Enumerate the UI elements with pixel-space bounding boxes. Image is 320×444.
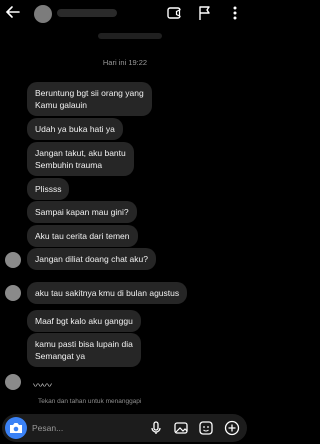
- contact-name-redacted[interactable]: [57, 9, 117, 17]
- message-bubble[interactable]: Sampai kapan mau gini?: [27, 201, 137, 223]
- message-input[interactable]: [32, 420, 112, 436]
- more-icon[interactable]: [227, 5, 243, 21]
- message-text: Maaf bgt kalo aku ganggu: [35, 316, 133, 326]
- camera-button[interactable]: [5, 417, 27, 439]
- message-bubble[interactable]: aku tau sakitnya kmu di bulan agustus: [27, 282, 188, 304]
- message-text: Jangan takut, aku bantu: [35, 148, 126, 158]
- timestamp: Hari ini 19:22: [102, 58, 148, 67]
- message-bubble[interactable]: Plissss: [27, 178, 70, 200]
- message-bubble[interactable]: Beruntung bgt sii orang yang Kamu galaui…: [27, 82, 152, 116]
- sender-avatar[interactable]: [5, 252, 21, 268]
- message-text: Udah ya buka hati ya: [35, 124, 115, 134]
- video-call-icon[interactable]: [166, 5, 182, 21]
- message-text: Beruntung bgt sii orang yang: [35, 88, 144, 98]
- message-bubble[interactable]: Jangan takut, aku bantu Sembuhin trauma: [27, 142, 134, 176]
- image-icon[interactable]: [173, 420, 189, 436]
- message-reaction[interactable]: 〰〰: [33, 377, 52, 392]
- message-composer: [2, 414, 247, 442]
- chat-header: [0, 0, 250, 28]
- sticker-icon[interactable]: [198, 420, 214, 436]
- contact-avatar[interactable]: [34, 5, 52, 23]
- hint-text: Tekan dan tahan untuk menanggapi: [38, 398, 142, 405]
- message-text: Sembuhin trauma: [35, 160, 103, 170]
- message-text: Sampai kapan mau gini?: [35, 207, 129, 217]
- sender-avatar[interactable]: [5, 374, 21, 390]
- message-bubble[interactable]: Aku tau cerita dari temen: [27, 225, 138, 247]
- message-bubble[interactable]: kamu pasti bisa lupain dia Semangat ya: [27, 333, 141, 367]
- sender-avatar[interactable]: [5, 285, 21, 301]
- microphone-icon[interactable]: [148, 420, 164, 436]
- message-bubble[interactable]: Udah ya buka hati ya: [27, 118, 123, 140]
- message-text: Aku tau cerita dari temen: [35, 231, 130, 241]
- plus-icon[interactable]: [224, 420, 240, 436]
- message-text: Semangat ya: [35, 351, 86, 361]
- arrow-left-icon[interactable]: [5, 4, 21, 20]
- flag-icon[interactable]: [197, 5, 213, 21]
- message-bubble[interactable]: Jangan diliat doang chat aku?: [27, 248, 156, 270]
- message-text: Kamu galauin: [35, 100, 87, 110]
- message-bubble[interactable]: Maaf bgt kalo aku ganggu: [27, 310, 141, 332]
- camera-icon: [10, 423, 22, 433]
- redacted-bar: [98, 33, 162, 39]
- message-text: Jangan diliat doang chat aku?: [35, 254, 148, 264]
- message-text: aku tau sakitnya kmu di bulan agustus: [35, 288, 180, 298]
- message-text: Plissss: [35, 184, 62, 194]
- message-text: kamu pasti bisa lupain dia: [35, 339, 133, 349]
